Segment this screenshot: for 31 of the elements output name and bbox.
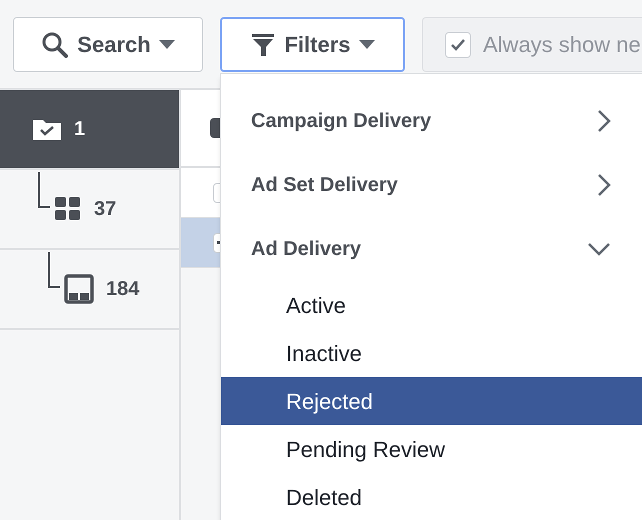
menu-group[interactable]: Ad Set Delivery [221, 153, 642, 217]
check-icon [450, 38, 466, 52]
grid-icon [54, 195, 82, 223]
tree-item[interactable]: 37 [0, 170, 179, 250]
tree-connector [48, 252, 60, 288]
caret-icon [358, 40, 375, 50]
item-count: 1 [74, 117, 86, 142]
checkbox-label: Always show ne [483, 31, 641, 59]
menu-option[interactable]: Pending Review [221, 425, 642, 473]
menu-group[interactable]: Campaign Delivery [221, 89, 642, 153]
chevron-down-icon [587, 242, 611, 256]
funnel-icon [250, 32, 276, 58]
menu-group[interactable]: Ad Delivery [221, 217, 642, 281]
search-button[interactable]: Search [13, 17, 203, 72]
item-count: 184 [106, 277, 140, 302]
menu-option[interactable]: Active [221, 281, 642, 329]
chevron-right-icon [597, 173, 611, 197]
search-icon [41, 30, 70, 58]
checkbox[interactable] [445, 32, 471, 58]
folder-check-icon [32, 117, 62, 141]
menu-option[interactable]: Rejected [221, 377, 642, 425]
item-count: 37 [94, 197, 116, 222]
filters-button[interactable]: Filters [220, 17, 405, 72]
menu-option[interactable]: Inactive [221, 329, 642, 377]
tree-connector [38, 172, 50, 208]
layout-icon [64, 274, 94, 304]
tree-item[interactable]: 184 [0, 250, 179, 330]
caret-icon [158, 40, 175, 50]
chevron-right-icon [597, 109, 611, 133]
tree-item[interactable]: 1 [0, 90, 179, 170]
menu-option[interactable]: Deleted [221, 473, 642, 520]
